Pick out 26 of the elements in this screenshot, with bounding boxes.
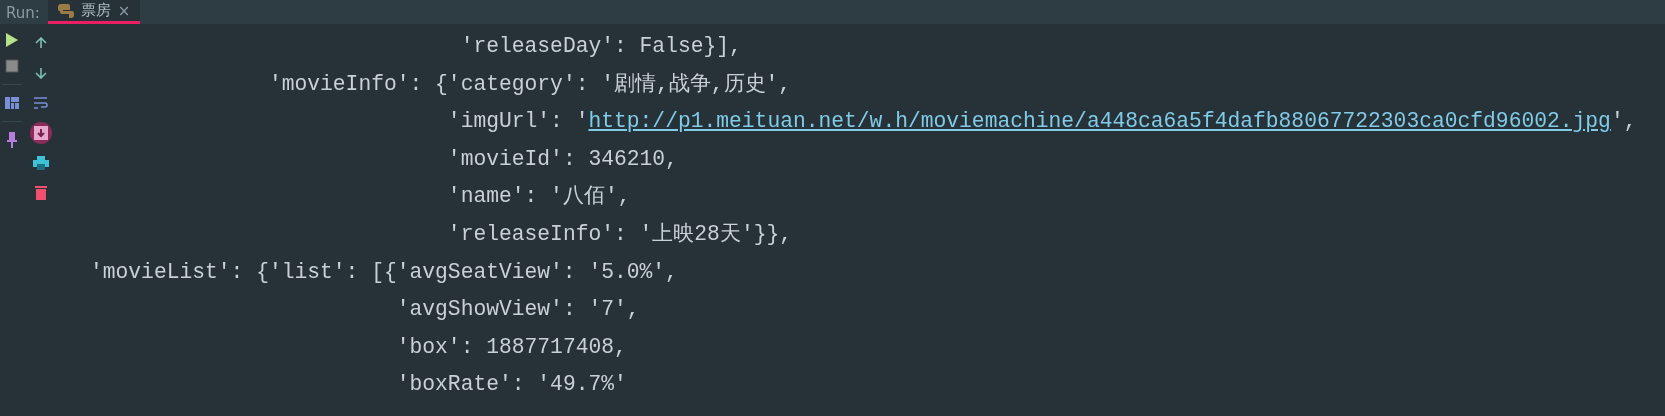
stop-icon[interactable] — [5, 59, 19, 73]
console-text: 'releaseInfo': '上映28天'}}, — [447, 221, 793, 246]
wrap-icon — [34, 97, 48, 109]
console-text: 'imgUrl': ' — [447, 109, 589, 134]
console-text: 'boxRate': '49.7%' — [396, 372, 627, 397]
scroll-end-icon — [34, 126, 48, 140]
console-text: 'name': '八佰', — [447, 184, 631, 209]
pin-icon[interactable] — [7, 132, 17, 148]
console-text: 'avgShowView': '7', — [396, 297, 640, 322]
printer-icon — [33, 156, 49, 170]
run-icon[interactable] — [5, 32, 19, 48]
up-arrow-icon — [35, 37, 47, 49]
console-tab[interactable]: 票房 × — [47, 0, 141, 24]
console-text: ', — [1610, 109, 1637, 134]
trash-icon — [35, 186, 47, 200]
layout-icon[interactable] — [5, 97, 19, 109]
console-text: 'movieInfo': {'category': '剧情,战争,历史', — [268, 71, 792, 96]
console-text: 'movieList': {'list': [{'avgSeatView': '5.0%', — [90, 259, 678, 284]
scroll-end-button[interactable] — [30, 122, 52, 144]
url-link[interactable]: http://p1.meituan.net/w.h/moviemachine/a448ca6a5f4dafb88067722303ca0cfd96002.jpg — [588, 109, 1611, 134]
down-arrow-icon — [35, 67, 47, 79]
run-label: Run: — [5, 3, 41, 24]
console-text: 'releaseDay': False}], — [460, 34, 742, 58]
console-text: 'movieId': 346210, — [447, 146, 678, 171]
console-text: 'box': 1887717408, — [396, 334, 627, 359]
close-icon[interactable]: × — [117, 1, 131, 20]
